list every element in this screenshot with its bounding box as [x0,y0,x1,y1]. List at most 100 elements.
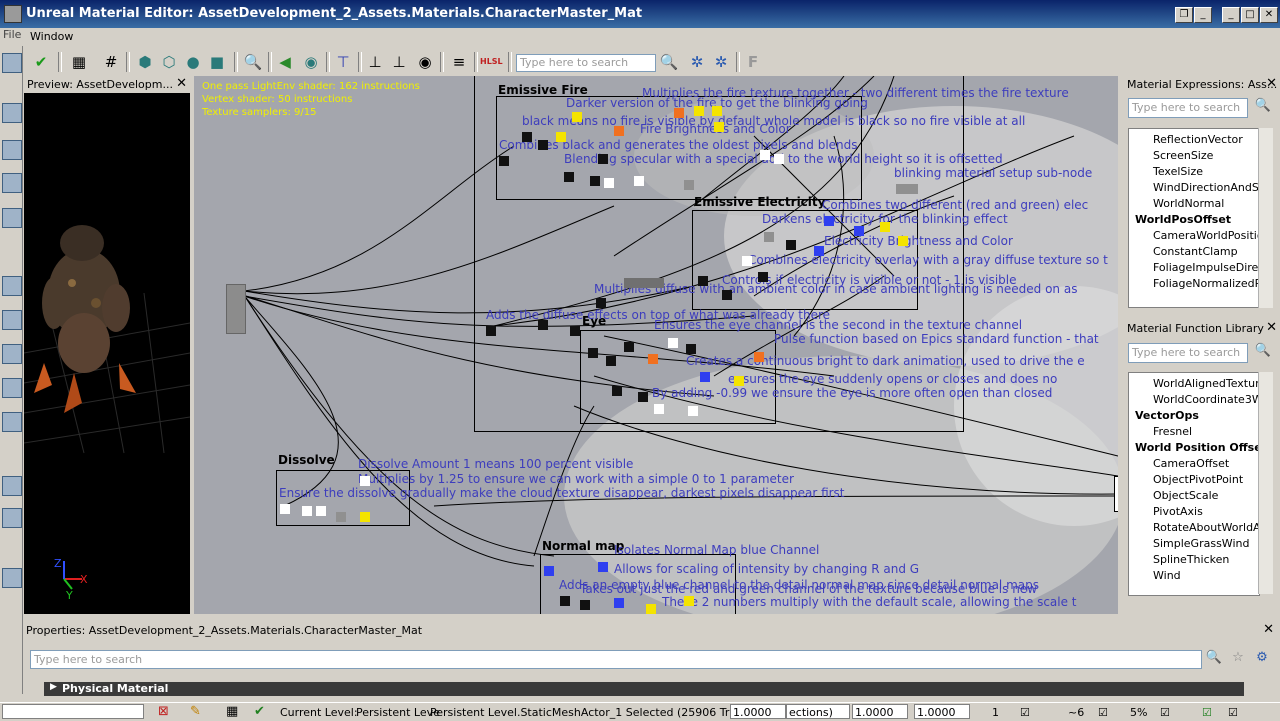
material-node[interactable] [590,176,600,186]
search-icon[interactable]: 🔍 [242,51,264,73]
function-f-icon[interactable]: F [742,51,764,73]
material-node[interactable] [898,236,908,246]
status-field[interactable]: ections) [786,704,850,719]
expression-item[interactable]: ScreenSize [1153,149,1213,162]
restore-button[interactable]: ❐ [1175,7,1193,23]
material-node[interactable] [760,150,770,160]
material-node[interactable] [688,406,698,416]
status-check-icon[interactable]: ✔ [254,704,265,719]
grid-size-value[interactable]: 1 [992,706,999,719]
search-prev-icon[interactable]: ✲ [686,51,708,73]
status-extra-checkbox[interactable]: ☑ [1228,706,1238,719]
material-node[interactable] [824,216,834,226]
material-node[interactable] [624,342,634,352]
expressions-close-icon[interactable]: ✕ [1266,76,1277,91]
status-extra-icon[interactable]: ☑ [1202,706,1212,719]
material-node[interactable] [674,108,684,118]
material-node[interactable] [544,566,554,576]
favorite-star-icon[interactable]: ☆ [1228,650,1248,669]
material-node[interactable] [580,600,590,610]
material-node[interactable] [570,326,580,336]
expressions-tree[interactable]: ReflectionVector ScreenSize TexelSize Wi… [1128,128,1260,308]
material-node[interactable] [486,326,496,336]
expand-arrow-icon[interactable]: ▶ [50,682,57,692]
material-node[interactable] [614,598,624,608]
cube-preview-icon[interactable]: ⬡ [158,51,180,73]
dock-tool-icon[interactable] [2,568,22,588]
status-field[interactable]: 1.0000 [914,704,970,719]
material-node[interactable] [360,476,370,486]
stats-list-icon[interactable]: ≡ [448,51,470,73]
material-node[interactable] [606,356,616,366]
function-item[interactable]: Wind [1153,569,1181,582]
material-node[interactable] [522,132,532,142]
material-node[interactable] [336,512,346,522]
dock-tool-icon[interactable] [2,53,22,73]
scale-toggle-checkbox[interactable]: ☑ [1160,706,1170,719]
material-node[interactable] [854,226,864,236]
material-node[interactable] [700,372,710,382]
properties-search-icon[interactable]: 🔍 [1204,650,1224,669]
function-close-icon[interactable]: ✕ [1266,320,1277,335]
dock-tool-icon[interactable] [2,508,22,528]
maximize-button[interactable]: □ [1241,7,1259,23]
expression-icon[interactable]: ⊤ [332,51,354,73]
home-node-icon[interactable]: ▦ [68,51,90,73]
expression-category[interactable]: WorldPosOffset [1135,213,1231,226]
material-node[interactable] [684,596,694,606]
material-node[interactable] [538,320,548,330]
material-node[interactable] [564,172,574,182]
material-node[interactable] [734,376,744,386]
find-asset-icon[interactable]: ◉ [300,51,322,73]
status-dropdown[interactable] [2,704,144,719]
dock-tool-icon[interactable] [2,310,22,330]
hlsl-code-icon[interactable]: HLSL [480,51,503,73]
expression-item[interactable]: TexelSize [1153,165,1203,178]
material-node[interactable] [538,140,548,150]
preview-viewport[interactable]: Z X Y [24,93,190,614]
function-item[interactable]: WorldAlignedTexture [1153,377,1259,390]
material-node[interactable] [624,278,664,288]
material-node[interactable] [764,232,774,242]
material-node[interactable] [684,180,694,190]
expression-item[interactable]: ConstantClamp [1153,245,1238,258]
material-node[interactable] [560,596,570,606]
material-node[interactable] [1114,476,1118,512]
function-item[interactable]: ObjectScale [1153,489,1218,502]
dock-tool-icon[interactable] [2,476,22,496]
app-icon[interactable] [4,5,22,23]
search-next-icon[interactable]: ✲ [710,51,732,73]
eye-icon[interactable]: ◉ [414,51,436,73]
material-node[interactable] [634,176,644,186]
connector-icon[interactable]: ⊥ [364,51,386,73]
minimize-button[interactable]: _ [1222,7,1240,23]
expression-item[interactable]: FoliageNormalizedRot [1153,277,1259,290]
status-lock-icon[interactable]: ✎ [190,704,201,719]
material-node[interactable] [698,276,708,286]
dock-tool-icon[interactable] [2,276,22,296]
dock-tool-icon[interactable] [2,103,22,123]
status-field[interactable]: 1.0000 [730,704,786,719]
apply-checkmark-icon[interactable]: ✔ [30,51,52,73]
material-node[interactable] [598,154,608,164]
material-node[interactable] [742,256,752,266]
function-item[interactable]: SimpleGrassWind [1153,537,1249,550]
function-search-icon[interactable]: 🔍 [1252,343,1274,363]
material-node[interactable] [654,404,664,414]
preview-close-icon[interactable]: ✕ [176,76,187,91]
function-item[interactable]: PivotAxis [1153,505,1203,518]
material-node[interactable] [612,386,622,396]
function-item[interactable]: RotateAboutWorldAx [1153,521,1259,534]
material-node[interactable] [646,604,656,614]
sphere-preview-icon[interactable]: ● [182,51,204,73]
material-node[interactable] [596,298,606,308]
dock-tool-icon[interactable] [2,412,22,432]
material-node[interactable] [754,352,764,362]
material-node[interactable] [686,344,696,354]
function-item[interactable]: SplineThicken [1153,553,1229,566]
material-node[interactable] [280,504,290,514]
material-node[interactable] [668,338,678,348]
current-level-value[interactable]: Persistent Leve [356,706,440,719]
expression-item[interactable]: CameraWorldPosition [1153,229,1259,242]
material-node[interactable] [360,512,370,522]
